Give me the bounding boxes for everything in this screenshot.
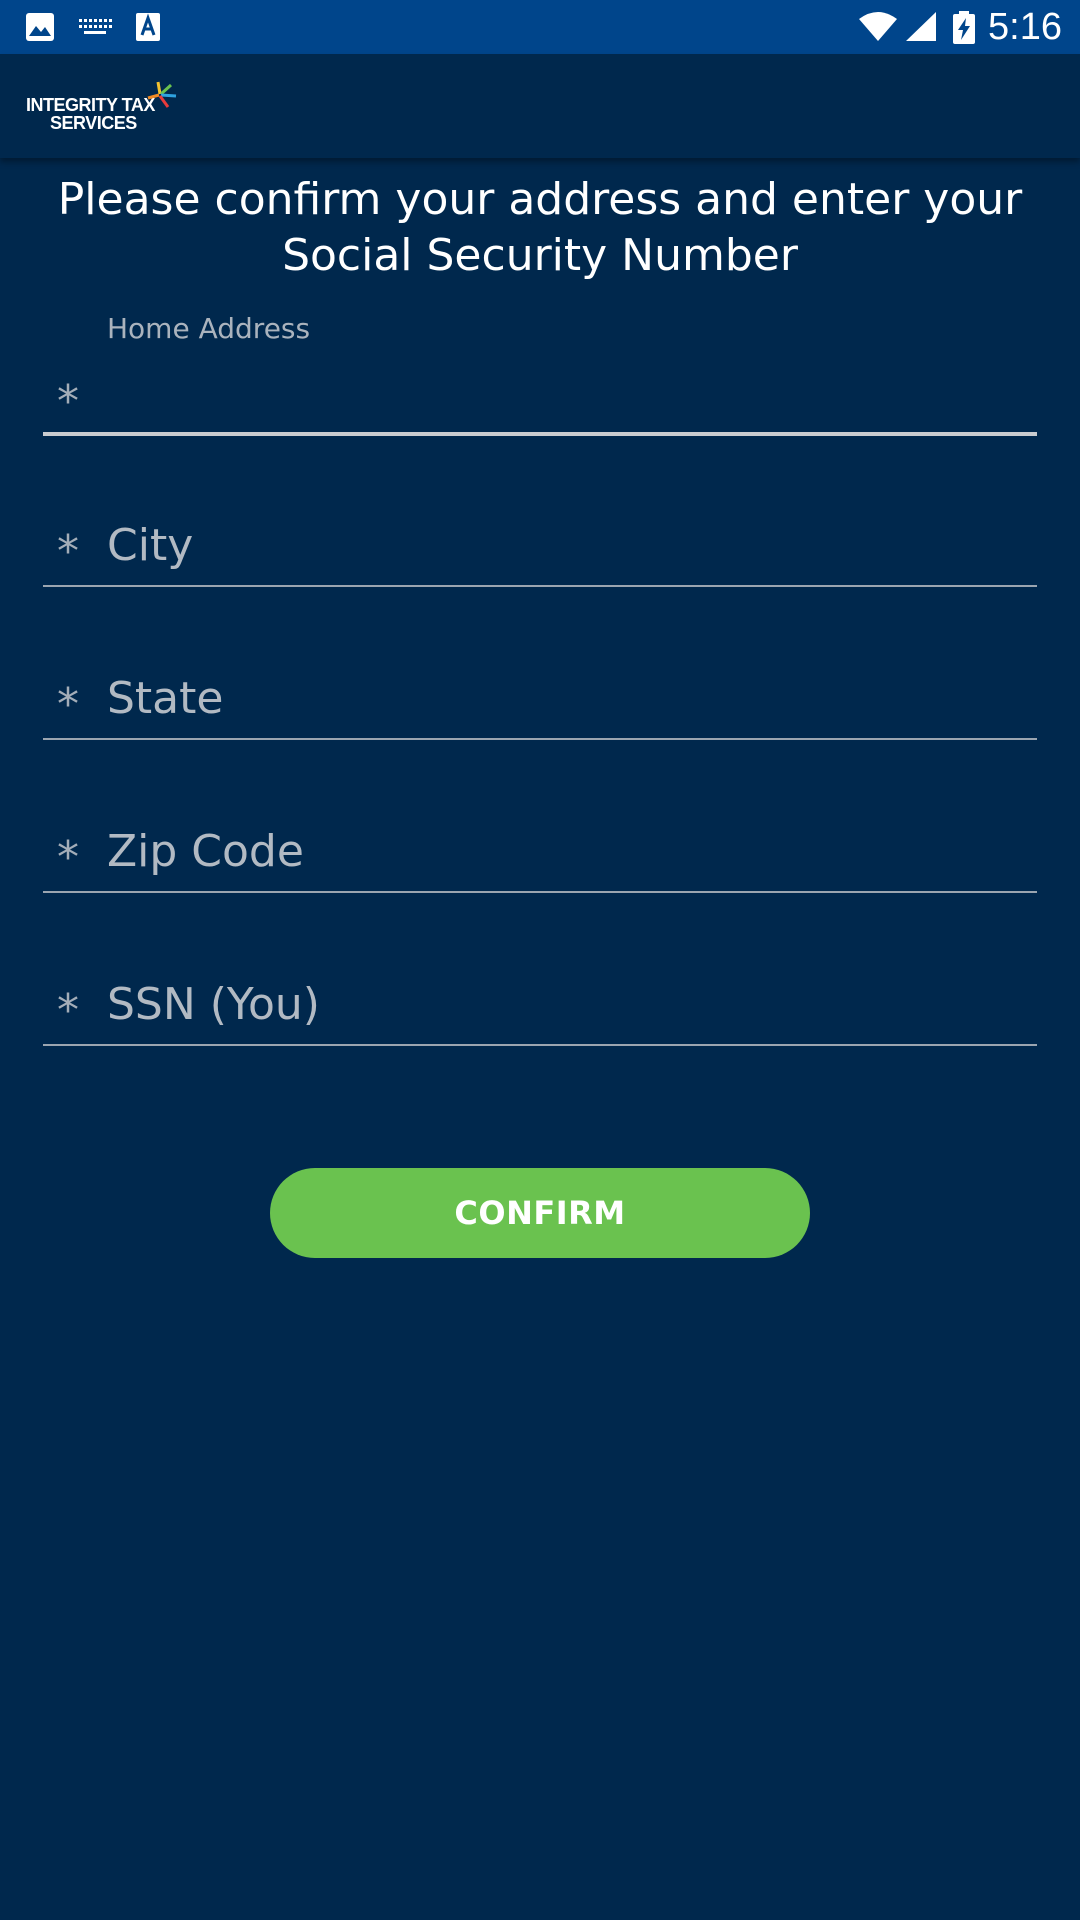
ssn-input[interactable]: SSN (You) — [107, 977, 1037, 1033]
required-marker: * — [57, 832, 79, 883]
signal-icon — [904, 11, 938, 47]
city-field[interactable]: * City — [43, 510, 1037, 588]
zip-code-underline — [43, 891, 1037, 893]
home-address-label: Home Address — [107, 312, 311, 345]
required-marker: * — [57, 985, 79, 1036]
zip-code-field[interactable]: * Zip Code — [43, 816, 1037, 894]
ssn-field[interactable]: * SSN (You) — [43, 969, 1037, 1047]
logo-text-line1: INTEGRITY TAX — [26, 95, 155, 115]
zip-code-input[interactable]: Zip Code — [107, 824, 1037, 880]
text-a-icon — [134, 11, 162, 47]
page-heading: Please confirm your address and enter yo… — [57, 174, 1023, 281]
home-address-field[interactable]: Home Address * — [43, 312, 1037, 436]
keyboard-icon — [78, 11, 112, 47]
image-icon — [24, 11, 56, 47]
state-input[interactable]: State — [107, 671, 1037, 727]
wifi-icon — [858, 11, 898, 47]
required-marker: * — [57, 679, 79, 730]
ssn-underline — [43, 1044, 1037, 1046]
status-time: 5:16 — [988, 6, 1062, 48]
battery-charging-icon — [952, 11, 976, 49]
city-underline — [43, 585, 1037, 587]
status-bar: 5:16 — [0, 0, 1080, 54]
app-bar: INTEGRITY TAX SERVICES — [0, 54, 1080, 158]
integrity-tax-logo: INTEGRITY TAX SERVICES — [26, 80, 186, 136]
state-field[interactable]: * State — [43, 663, 1037, 741]
home-address-underline — [43, 432, 1037, 436]
city-input[interactable]: City — [107, 518, 1037, 574]
confirm-button[interactable]: CONFIRM — [270, 1168, 810, 1258]
logo-text-line2: SERVICES — [50, 113, 137, 133]
state-underline — [43, 738, 1037, 740]
star-burst-logo-icon — [147, 81, 177, 108]
required-marker: * — [57, 376, 79, 427]
required-marker: * — [57, 526, 79, 577]
